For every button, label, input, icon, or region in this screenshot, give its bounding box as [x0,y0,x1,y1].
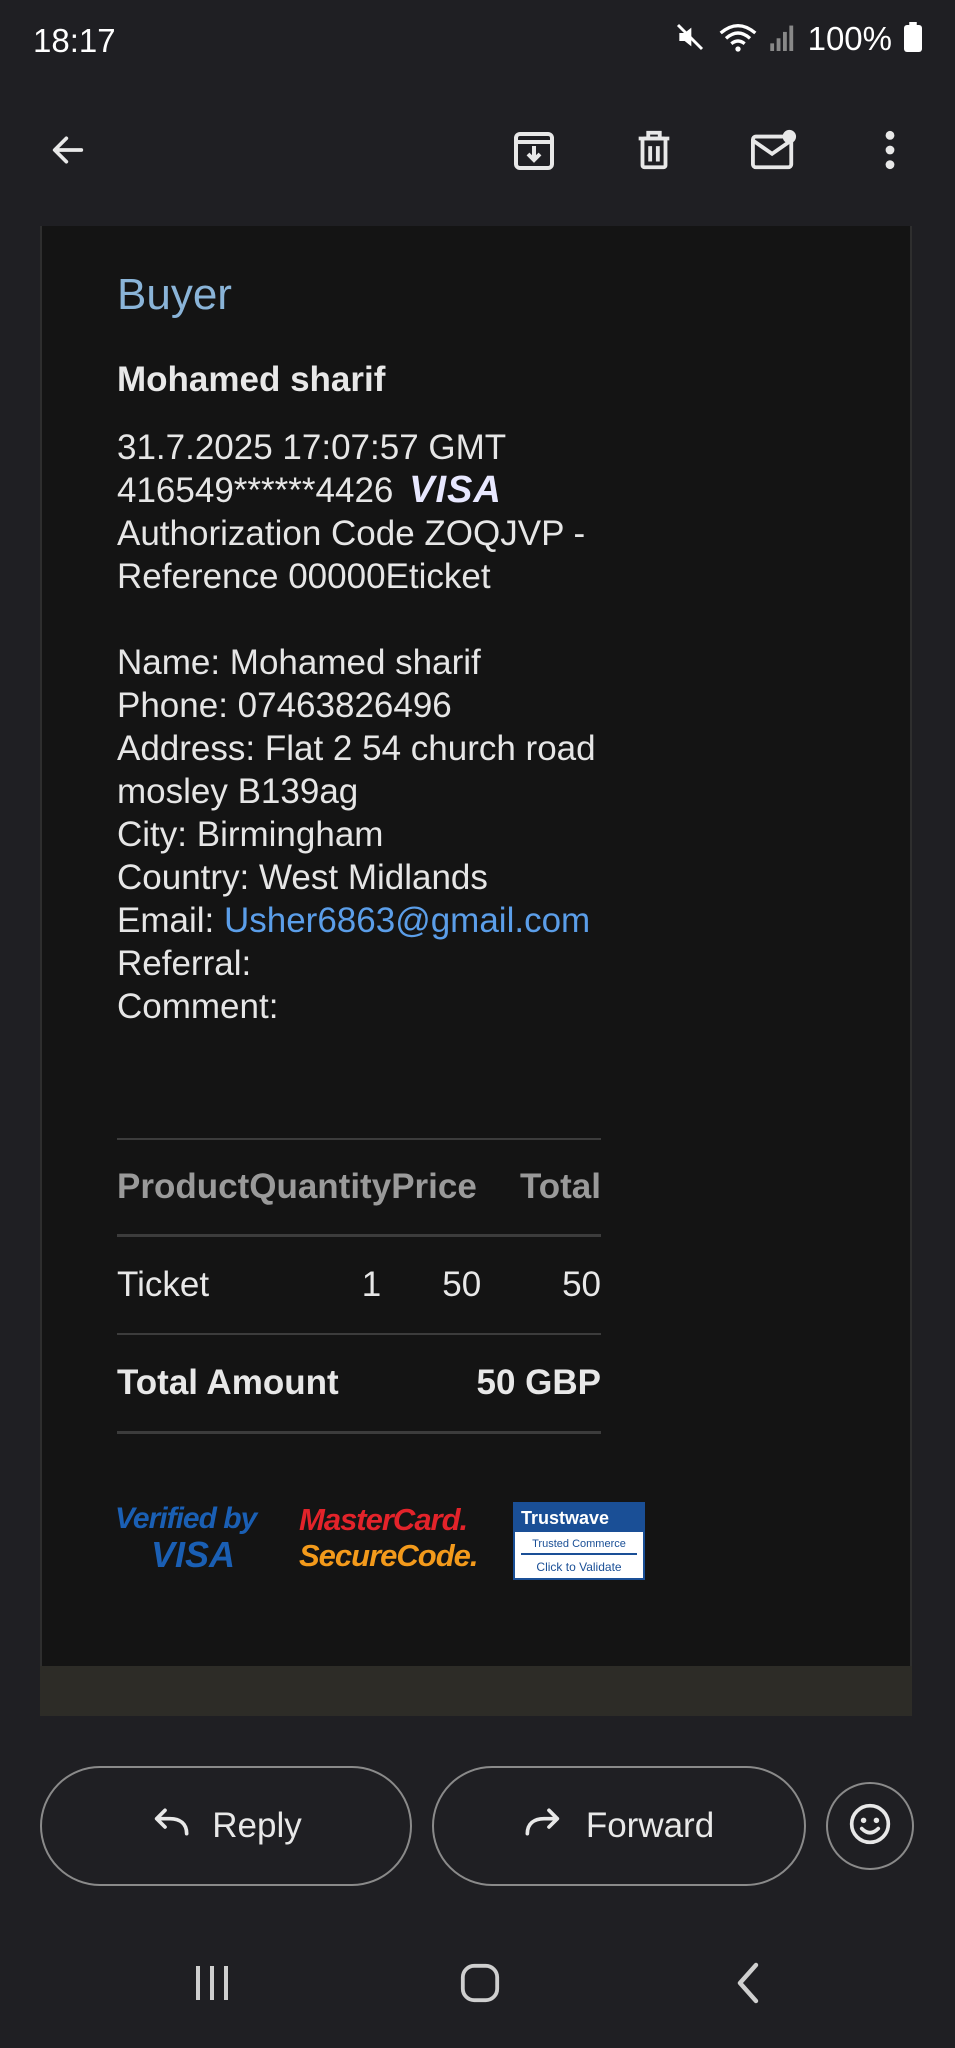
mc-line2: SecureCode. [299,1538,479,1573]
header-product: Product [117,1138,250,1237]
visa-logo: VISA [409,469,502,511]
system-back-button[interactable] [718,1960,778,2010]
trustwave-badge[interactable]: Trustwave Trusted Commerce Click to Vali… [513,1502,645,1580]
signal-icon [769,23,796,56]
battery-percent: 100% [807,20,892,57]
header-quantity: Quantity [249,1138,392,1237]
detail-address-line2: mosley B139ag [117,772,359,811]
order-table: Product Quantity Price Total Ticket 1 50… [117,1138,601,1434]
total-label: Total Amount [117,1334,392,1434]
reply-icon [150,1806,190,1846]
detail-country: Country: West Midlands [117,858,488,897]
status-bar: 18:17 100% [0,0,955,84]
more-vert-icon [882,128,898,177]
cell-quantity: 1 [249,1235,392,1335]
verified-by-visa-logo: Verified by VISA [115,1502,275,1582]
back-arrow-icon [46,130,90,175]
mute-icon [674,21,706,58]
status-icons: 100% [674,20,922,58]
vbv-line1: Verified by [115,1502,257,1535]
forward-button[interactable]: Forward [432,1766,806,1886]
forward-label: Forward [585,1806,715,1845]
recent-apps-icon [192,1964,232,2007]
home-button[interactable] [450,1960,510,2010]
tw-line2: Trusted Commerce [521,1538,637,1555]
cell-product: Ticket [117,1235,250,1335]
card-number: 416549******4426 [117,471,394,510]
tw-line3: Click to Validate [536,1560,622,1574]
chevron-left-icon [733,1961,763,2010]
detail-email: Email: Usher6863@gmail.com [117,899,737,942]
header-total: Total [481,1138,601,1237]
detail-name: Name: Mohamed sharif [117,643,481,682]
payment-info: 31.7.2025 17:07:57 GMT 416549******4426 … [117,426,737,598]
email-label: Email: [117,901,224,940]
table-row: Ticket 1 50 50 [117,1235,601,1335]
email-content: Buyer Mohamed sharif 31.7.2025 17:07:57 … [117,270,737,1028]
tw-line1: Trustwave [515,1504,643,1532]
mark-unread-icon [749,127,799,178]
archive-button[interactable] [502,120,566,184]
table-header-row: Product Quantity Price Total [117,1138,601,1237]
detail-comment: Comment: [117,987,279,1026]
email-card-footer [40,1666,912,1716]
more-options-button[interactable] [858,120,922,184]
detail-address-line1: Address: Flat 2 54 church road [117,729,596,768]
wifi-icon [718,21,758,58]
detail-referral: Referral: [117,944,252,983]
vbv-line2: VISA [151,1534,236,1575]
mc-line1: MasterCard. [299,1502,468,1537]
forward-icon [524,1806,564,1846]
buyer-details: Name: Mohamed sharif Phone: 07463826496 … [117,641,737,1028]
react-emoji-button[interactable] [826,1782,914,1870]
reply-label: Reply [212,1806,302,1845]
reply-button[interactable]: Reply [40,1766,412,1886]
total-value: 50 GBP [391,1334,601,1434]
delete-button[interactable] [622,120,686,184]
trash-icon [631,126,677,179]
buyer-heading: Buyer [117,270,232,319]
header-price: Price [391,1138,482,1237]
card-line: 416549******4426 VISA [117,469,737,512]
authorization-code: Authorization Code ZOQJVP - [117,514,586,553]
payment-datetime: 31.7.2025 17:07:57 GMT [117,428,507,467]
smiley-icon [848,1802,892,1851]
archive-icon [510,126,558,179]
detail-phone: Phone: 07463826496 [117,686,452,725]
mark-unread-button[interactable] [742,120,806,184]
status-time: 18:17 [33,22,116,59]
cell-total: 50 [481,1235,601,1335]
email-toolbar [0,84,955,226]
total-row: Total Amount 50 GBP [117,1334,601,1434]
battery-icon [904,21,922,57]
buyer-name: Mohamed sharif [117,360,386,399]
recent-apps-button[interactable] [182,1960,242,2010]
payment-security-logos: Verified by VISA MasterCard. SecureCode.… [115,1502,645,1582]
mastercard-securecode-logo: MasterCard. SecureCode. [299,1502,499,1582]
reference: Reference 00000Eticket [117,557,491,596]
cell-price: 50 [391,1235,482,1335]
back-button[interactable] [36,120,100,184]
email-link[interactable]: Usher6863@gmail.com [224,901,590,940]
system-nav-bar [0,1920,955,2048]
detail-city: City: Birmingham [117,815,384,854]
home-icon [459,1962,501,2009]
